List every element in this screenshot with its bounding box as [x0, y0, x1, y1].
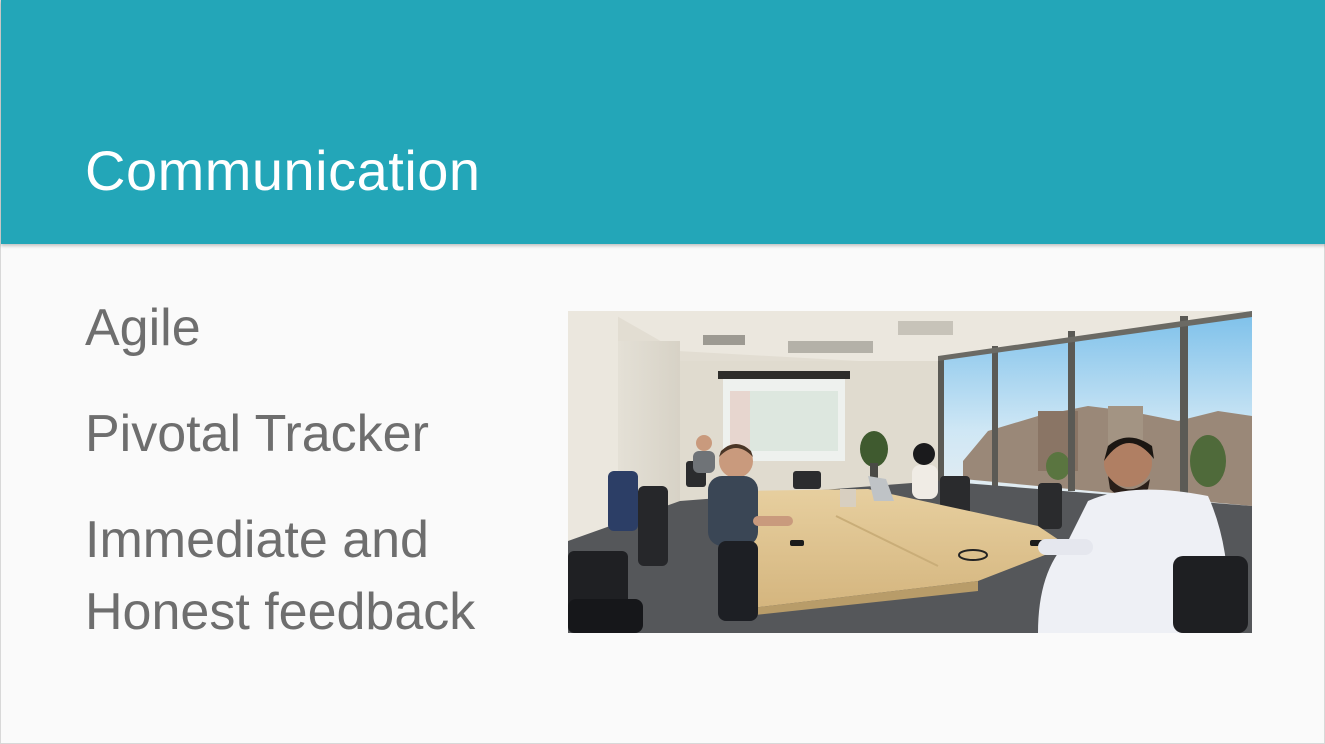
- bullet-text: Pivotal Tracker: [85, 405, 429, 463]
- meeting-room-photo: [568, 311, 1252, 633]
- title-bar: Communication: [1, 0, 1325, 244]
- bullet-agile: Agile: [85, 292, 545, 364]
- bullet-feedback: Immediate and Honest feedback: [85, 504, 545, 648]
- bullet-list: Agile Pivotal Tracker Immediate and Hone…: [85, 292, 545, 682]
- bullet-text: Agile: [85, 299, 201, 357]
- slide-title: Communication: [85, 139, 481, 202]
- bullet-pivotal-tracker: Pivotal Tracker: [85, 398, 545, 470]
- bullet-text-line-1: Immediate and: [85, 511, 429, 569]
- bullet-text-line-2: Honest feedback: [85, 583, 476, 641]
- slide: Communication Agile Pivotal Tracker Imme…: [0, 0, 1325, 744]
